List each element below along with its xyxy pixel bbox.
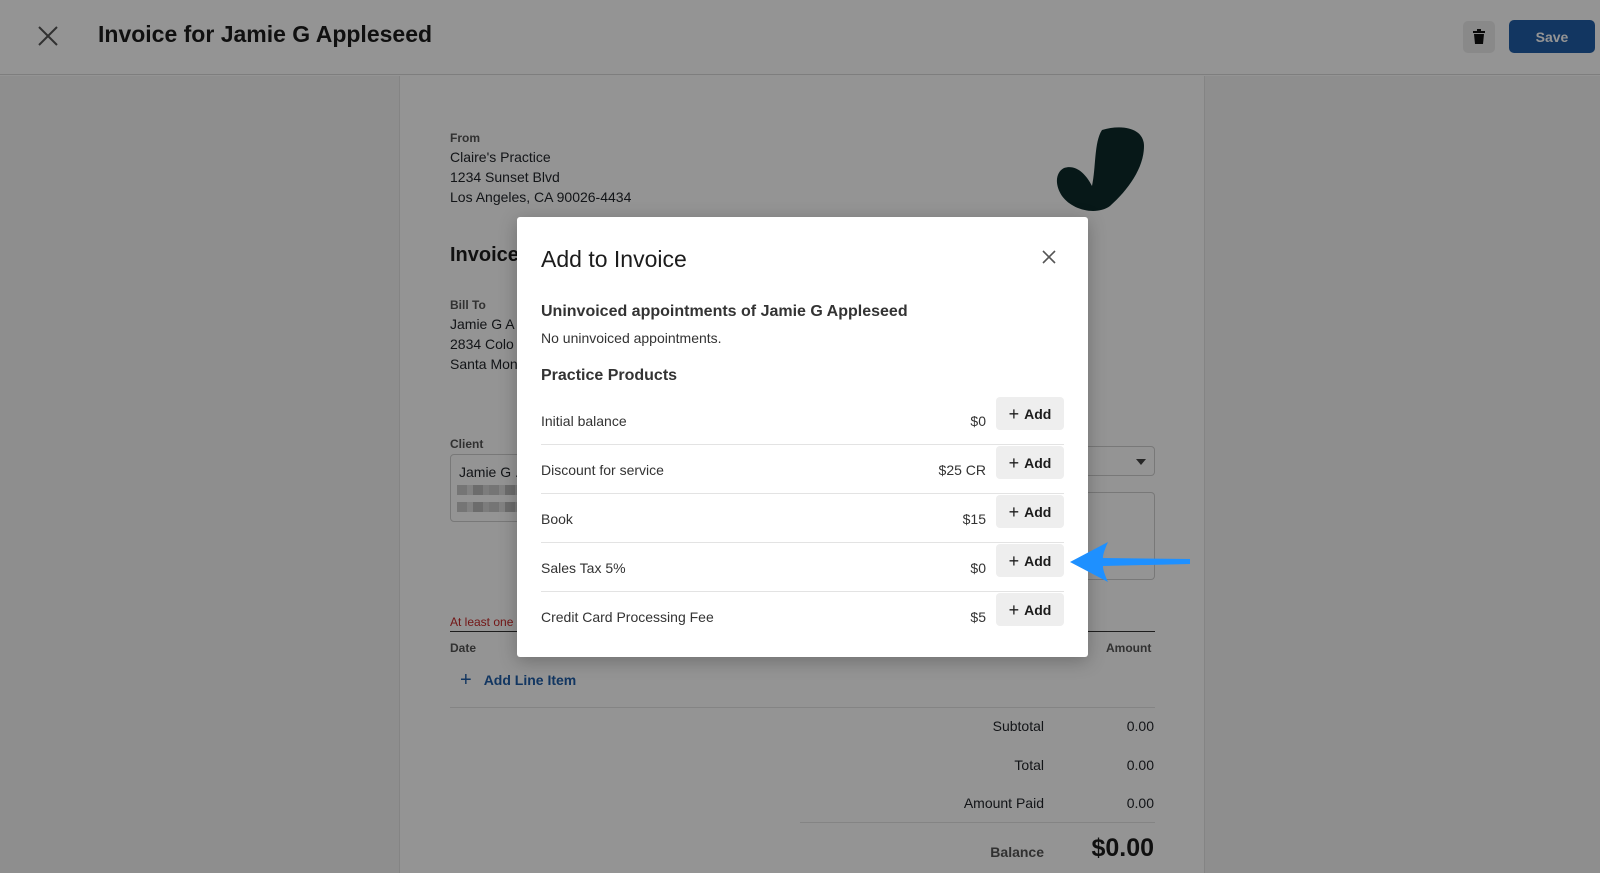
product-price: $0 — [970, 413, 986, 429]
dialog-title: Add to Invoice — [541, 246, 687, 272]
close-icon[interactable] — [1041, 249, 1057, 265]
product-name: Discount for service — [541, 462, 664, 478]
add-button-label: Add — [1024, 503, 1052, 520]
add-product-button[interactable]: + Add — [996, 397, 1064, 430]
add-product-button[interactable]: + Add — [996, 446, 1064, 479]
product-price: $0 — [970, 560, 986, 576]
products-section-title: Practice Products — [541, 367, 678, 384]
add-button-label: Add — [1024, 405, 1052, 422]
product-row: Credit Card Processing Fee $5 + Add — [541, 593, 1064, 641]
plus-icon: + — [1008, 403, 1020, 424]
pointer-arrow-icon — [1070, 542, 1190, 582]
product-name: Sales Tax 5% — [541, 560, 626, 576]
product-row: Book $15 + Add — [541, 495, 1064, 543]
add-button-label: Add — [1024, 552, 1052, 569]
product-row: Initial balance $0 + Add — [541, 397, 1064, 445]
product-price: $25 CR — [938, 462, 986, 478]
product-row: Sales Tax 5% $0 + Add — [541, 544, 1064, 592]
product-name: Initial balance — [541, 413, 627, 429]
add-button-label: Add — [1024, 601, 1052, 618]
product-row: Discount for service $25 CR + Add — [541, 446, 1064, 494]
uninvoiced-note: No uninvoiced appointments. — [541, 330, 722, 346]
product-price: $15 — [962, 511, 986, 527]
add-product-button[interactable]: + Add — [996, 544, 1064, 577]
plus-icon: + — [1008, 501, 1020, 522]
product-price: $5 — [970, 609, 986, 625]
add-product-button[interactable]: + Add — [996, 495, 1064, 528]
plus-icon: + — [1008, 452, 1020, 473]
product-name: Credit Card Processing Fee — [541, 609, 714, 625]
add-to-invoice-dialog: Add to Invoice Uninvoiced appointments o… — [517, 217, 1088, 657]
plus-icon: + — [1008, 550, 1020, 571]
plus-icon: + — [1008, 599, 1020, 620]
product-name: Book — [541, 511, 573, 527]
uninvoiced-section-title: Uninvoiced appointments of Jamie G Apple… — [541, 303, 908, 320]
add-button-label: Add — [1024, 454, 1052, 471]
add-product-button[interactable]: + Add — [996, 593, 1064, 626]
